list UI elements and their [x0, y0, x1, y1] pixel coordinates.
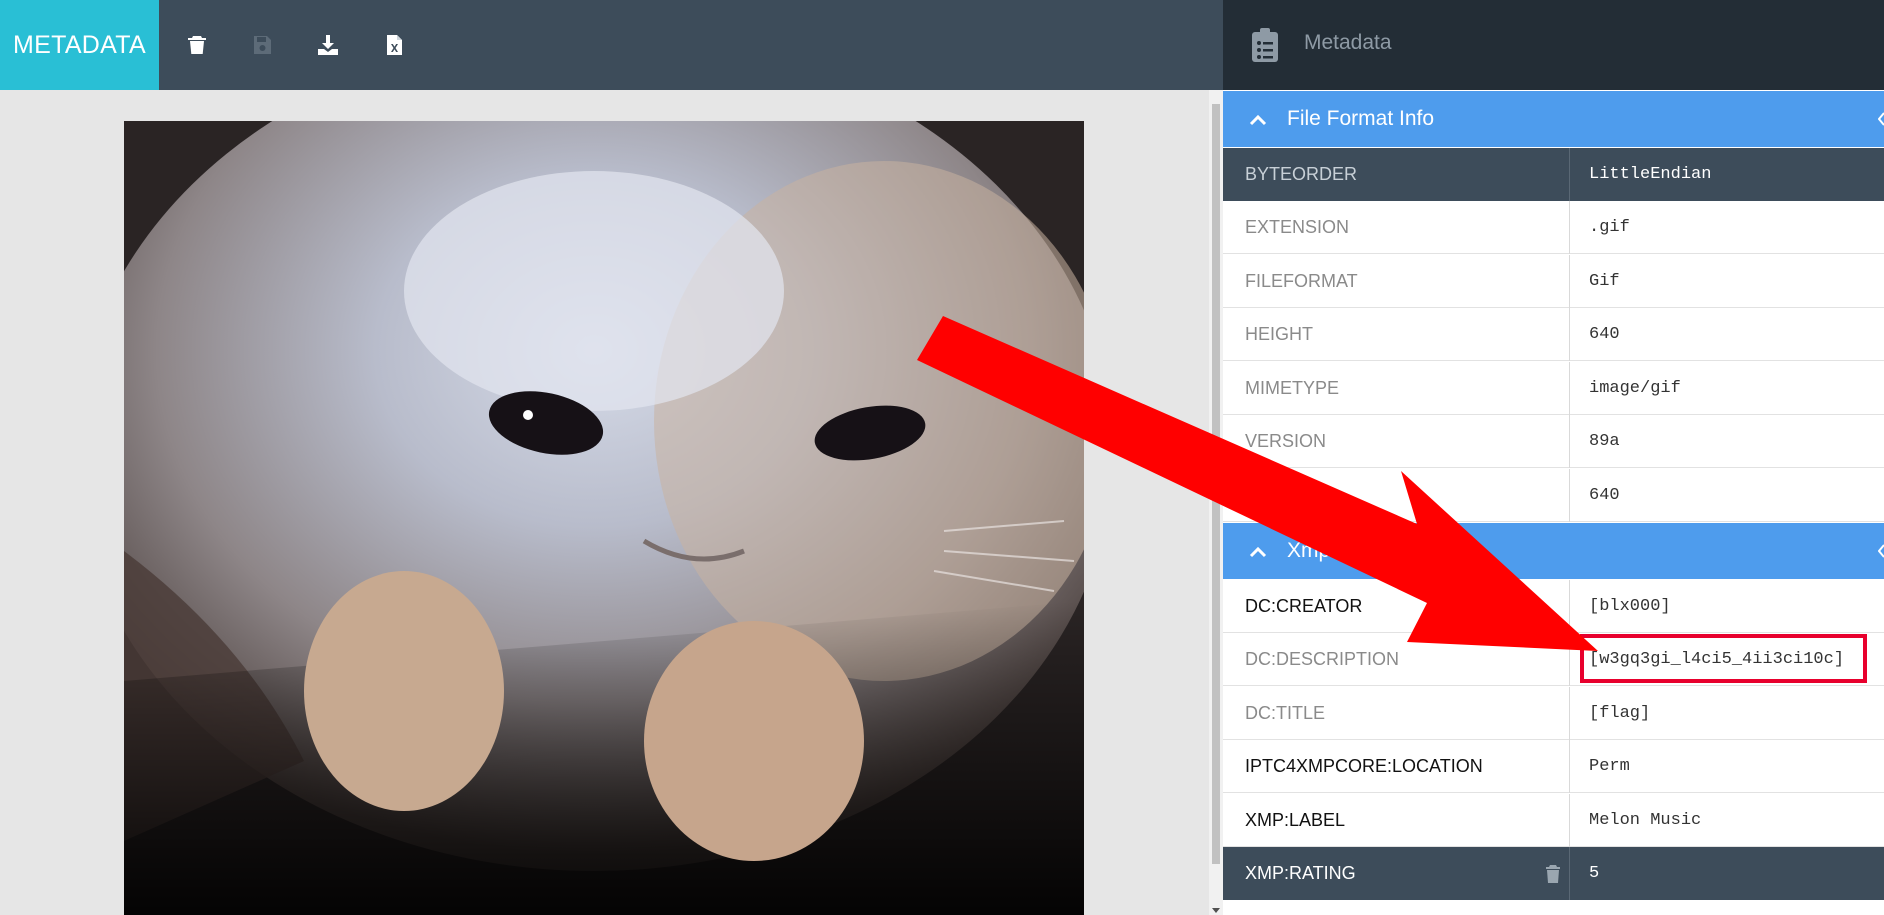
table-row[interactable]: IPTC4XMPCORE:LOCATION Perm [1223, 740, 1884, 793]
row-key: DC:CREATOR [1223, 580, 1570, 633]
row-value: 640 [1589, 325, 1620, 344]
row-key: DC:TITLE [1223, 687, 1570, 740]
export-excel-button[interactable] [379, 30, 409, 60]
table-row[interactable]: DC:CREATOR [blx000] [1223, 580, 1884, 633]
row-key: XMP:LABEL [1223, 794, 1570, 847]
chevron-up-icon [1249, 546, 1267, 558]
row-key: EXTENSION [1223, 201, 1570, 254]
row-key: VERSION [1223, 415, 1570, 468]
row-value: Perm [1589, 757, 1630, 776]
section-title: File Format Info [1287, 107, 1435, 130]
clipboard-icon [1252, 28, 1278, 62]
row-value: LittleEndian [1589, 165, 1712, 184]
row-value: .gif [1589, 218, 1630, 237]
row-key: FILEFORMAT [1223, 255, 1570, 308]
toolbar: METADATA [0, 0, 1223, 90]
download-button[interactable] [313, 30, 343, 60]
trash-icon [188, 36, 206, 54]
download-icon [318, 35, 338, 55]
table-row[interactable]: XMP:RATING 5 [1223, 847, 1884, 900]
table-row[interactable]: 640 [1223, 469, 1884, 522]
row-value: 89a [1589, 432, 1620, 451]
save-button[interactable] [247, 30, 277, 60]
panel-header: Metadata [1223, 0, 1884, 90]
section-file-format-info[interactable]: File Format Info [1223, 91, 1884, 147]
row-key: IPTC4XMPCORE:LOCATION [1223, 740, 1570, 793]
row-value: [blx000] [1589, 597, 1671, 616]
delete-row-icon[interactable] [1545, 864, 1561, 884]
table-row[interactable]: VERSION 89a [1223, 415, 1884, 468]
chevron-left-icon [1878, 112, 1884, 126]
row-key: HEIGHT [1223, 308, 1570, 361]
scroll-down-arrow-icon[interactable] [1212, 908, 1220, 913]
row-value: image/gif [1589, 379, 1681, 398]
row-key [1223, 469, 1570, 522]
table-row[interactable]: MIMETYPE image/gif [1223, 362, 1884, 415]
image-viewer [0, 90, 1209, 915]
table-row[interactable]: FILEFORMAT Gif [1223, 255, 1884, 308]
chevron-up-icon [1249, 114, 1267, 126]
row-value: 5 [1589, 864, 1600, 883]
row-value: [flag] [1589, 704, 1651, 723]
row-key: DC:DESCRIPTION [1223, 633, 1570, 686]
row-key: XMP:RATING [1223, 847, 1570, 900]
table-row[interactable]: XMP:LABEL Melon Music [1223, 794, 1884, 847]
delete-button[interactable] [182, 30, 212, 60]
row-key: BYTEORDER [1223, 148, 1570, 201]
brand-logo: METADATA [0, 0, 159, 90]
chevron-left-icon [1878, 544, 1884, 558]
metadata-panel: Metadata File Format Info BYTEORDER Litt… [1223, 0, 1884, 915]
row-value: 640 [1589, 486, 1620, 505]
row-value: [w3gq3gi_l4ci5_4ii3ci10c] [1589, 650, 1845, 669]
section-xmp[interactable]: Xmp [1223, 523, 1884, 579]
table-row[interactable]: BYTEORDER LittleEndian [1223, 148, 1884, 201]
save-icon [254, 36, 271, 54]
preview-image [124, 121, 1084, 915]
table-row[interactable]: HEIGHT 640 [1223, 308, 1884, 361]
viewer-scrollbar[interactable] [1209, 90, 1223, 915]
panel-title: Metadata [1304, 31, 1392, 54]
excel-icon [387, 35, 402, 55]
row-value: Gif [1589, 272, 1620, 291]
scrollbar-thumb[interactable] [1212, 104, 1220, 864]
table-row[interactable]: DC:TITLE [flag] [1223, 687, 1884, 740]
table-row[interactable]: EXTENSION .gif [1223, 201, 1884, 254]
row-key: MIMETYPE [1223, 362, 1570, 415]
table-row[interactable]: DC:DESCRIPTION [w3gq3gi_l4ci5_4ii3ci10c] [1223, 633, 1884, 686]
row-value: Melon Music [1589, 811, 1702, 830]
section-title: Xmp [1287, 539, 1331, 562]
